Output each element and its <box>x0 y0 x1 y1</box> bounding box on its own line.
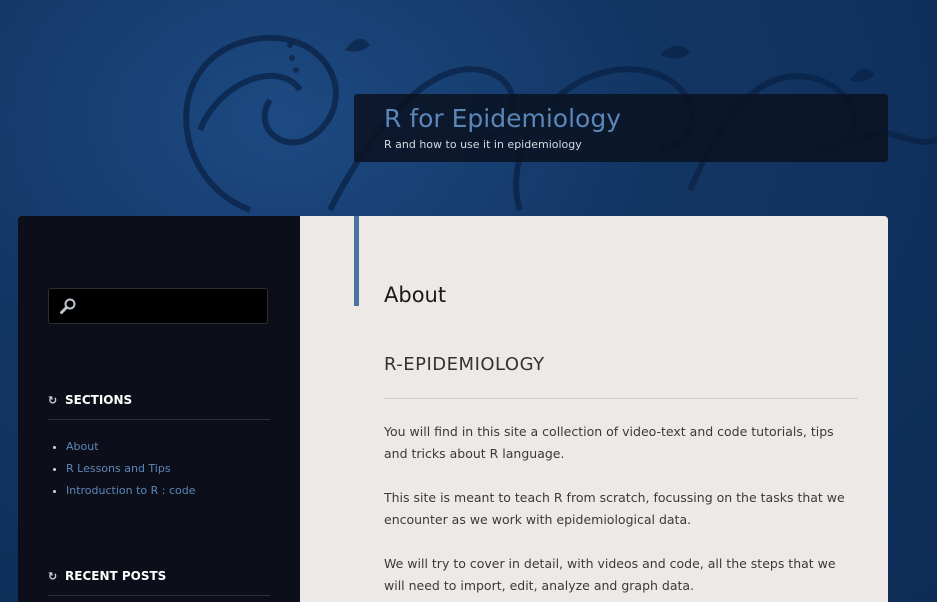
sections-widget-title: ↻ SECTIONS <box>48 393 270 420</box>
divider <box>384 398 858 399</box>
recent-posts-widget-title: ↻ RECENT POSTS <box>48 569 270 596</box>
main-content: About R-EPIDEMIOLOGY You will find in th… <box>300 216 888 602</box>
search-icon[interactable] <box>59 297 77 315</box>
sidebar: ↻ SECTIONS About R Lessons and Tips Intro… <box>18 216 300 602</box>
sections-list: About R Lessons and Tips Introduction to… <box>48 436 196 502</box>
site-description: R and how to use it in epidemiology <box>384 138 582 151</box>
paragraph: You will find in this site a collection … <box>384 424 834 461</box>
list-item: Introduction to R : code <box>66 480 196 502</box>
section-heading: R-EPIDEMIOLOGY <box>384 354 545 375</box>
list-item: About <box>66 436 196 458</box>
title-accent-bar <box>354 216 359 306</box>
sections-title: SECTIONS <box>65 393 133 407</box>
swirl-icon: ↻ <box>48 570 58 583</box>
list-item: R Lessons and Tips <box>66 458 196 480</box>
site-title[interactable]: R for Epidemiology <box>384 104 621 133</box>
swirl-icon: ↻ <box>48 394 58 407</box>
sidebar-item-intro-code[interactable]: Introduction to R : code <box>66 484 196 497</box>
page-title: About <box>384 283 447 307</box>
paragraph: We will try to cover in detail, with vid… <box>384 556 836 593</box>
sidebar-item-about[interactable]: About <box>66 440 99 453</box>
search-input[interactable] <box>85 295 259 317</box>
recent-posts-title: RECENT POSTS <box>65 569 167 583</box>
paragraph: This site is meant to teach R from scrat… <box>384 490 845 527</box>
sidebar-item-r-lessons[interactable]: R Lessons and Tips <box>66 462 171 475</box>
site-header: R for Epidemiology R and how to use it i… <box>354 94 888 162</box>
search-box[interactable] <box>48 288 268 324</box>
